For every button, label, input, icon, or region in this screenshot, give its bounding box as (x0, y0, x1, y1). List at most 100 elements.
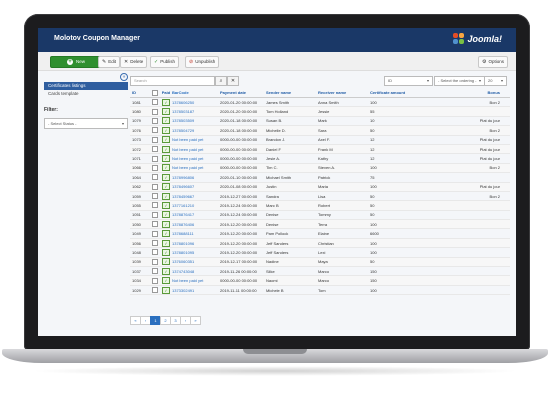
cell-barcode[interactable]: 1376060351 (172, 259, 220, 264)
paid-indicator[interactable]: ✓ (160, 258, 172, 266)
table-row[interactable]: 1039 ✓ 1376060351 2019-12-17 00:00:00 Nadine… (130, 257, 510, 268)
table-row[interactable]: 1059 ✓ 1378459667 2019-12-27 00:00:00 Sandra… (130, 192, 510, 202)
paid-indicator[interactable]: ✓ (160, 183, 172, 191)
row-checkbox[interactable] (150, 99, 160, 106)
paid-indicator[interactable]: ✓ (160, 267, 172, 275)
cell-barcode[interactable]: Not been paid yet (172, 147, 220, 152)
header-payment-date[interactable]: Payment date (220, 90, 266, 95)
paid-indicator[interactable]: ✓ (160, 155, 172, 163)
options-button[interactable]: ⚙ Options (478, 56, 508, 68)
delete-button[interactable]: ✕ Delete (120, 56, 148, 68)
paid-indicator[interactable]: ✓ (160, 173, 172, 181)
row-checkbox[interactable] (150, 240, 160, 247)
row-checkbox[interactable] (150, 287, 160, 293)
table-row[interactable]: 1073 ✓ Not been paid yet 0000-00-00 00:00:0… (130, 136, 510, 145)
cell-barcode[interactable]: 1374743048 (172, 269, 220, 274)
cell-barcode[interactable]: Not been paid yet (172, 165, 220, 170)
row-checkbox[interactable] (150, 136, 160, 143)
ordering-select[interactable]: ID ▾ (384, 76, 433, 86)
header-sender[interactable]: Sender name (266, 90, 318, 95)
search-input[interactable]: Search (130, 76, 215, 86)
paid-indicator[interactable]: ✓ (160, 145, 172, 153)
paid-indicator[interactable]: ✓ (160, 230, 172, 238)
paid-indicator[interactable]: ✓ (160, 192, 172, 200)
edit-button[interactable]: ✎ Edit (98, 56, 120, 68)
row-checkbox[interactable] (150, 193, 160, 200)
row-checkbox[interactable] (150, 268, 160, 275)
row-checkbox[interactable] (150, 146, 160, 153)
new-button[interactable]: + New (50, 56, 102, 68)
row-checkbox[interactable] (150, 174, 160, 181)
cell-barcode[interactable]: 1378801096 (172, 241, 220, 246)
row-checkbox[interactable] (150, 230, 160, 237)
paid-indicator[interactable]: ✓ (160, 211, 172, 219)
cell-barcode[interactable]: 1378801095 (172, 250, 220, 255)
row-checkbox[interactable] (150, 155, 160, 162)
table-row[interactable]: 1051 ✓ 1378876417 2019-12-24 00:00:00 Denise… (130, 211, 510, 221)
publish-button[interactable]: ✓ Publish (150, 56, 179, 68)
table-row[interactable]: 1056 ✓ 1378801096 2019-12-20 00:00:00 Jeff S… (130, 238, 510, 249)
table-row[interactable]: 1079 ✓ 1378503509 2020-01-18 00:00:00 Susan … (130, 117, 510, 127)
status-select[interactable]: - Select Status - ▾ (44, 118, 128, 129)
cell-barcode[interactable]: 1377161210 (172, 203, 220, 208)
table-row[interactable]: 1050 ✓ 1378876406 2019-12-20 00:00:00 Denise… (130, 220, 510, 230)
table-row[interactable]: 1076 ✓ 1378504729 2020-01-18 00:00:00 Michel… (130, 126, 510, 136)
cell-barcode[interactable]: 1378496607 (172, 184, 220, 189)
cell-barcode[interactable]: Not been paid yet (172, 278, 220, 283)
header-paid[interactable]: Paid (160, 90, 172, 95)
joomla-logo[interactable]: Joomla! (453, 33, 502, 45)
row-checkbox[interactable] (150, 108, 160, 115)
row-checkbox[interactable] (150, 164, 160, 171)
header-receiver[interactable]: Receiver name (318, 90, 370, 95)
paid-indicator[interactable]: ✓ (160, 126, 172, 134)
select-all-checkbox[interactable] (150, 89, 160, 96)
cell-barcode[interactable]: Not been paid yet (172, 137, 220, 142)
cell-barcode[interactable]: 1378503509 (172, 118, 220, 123)
cell-barcode[interactable]: 1378503187 (172, 109, 220, 114)
paid-indicator[interactable]: ✓ (160, 220, 172, 228)
clear-search-button[interactable]: ✕ (227, 76, 239, 86)
table-row[interactable]: 1029 ✓ 1373302491 2019-11-11 00:00:00 Michel… (130, 286, 510, 296)
table-row[interactable]: 1066 ✓ Not been paid yet 0000-00-00 00:00:0… (130, 163, 510, 174)
header-amount[interactable]: Certificate amount (370, 90, 460, 95)
row-checkbox[interactable] (150, 249, 160, 256)
table-row[interactable]: 1048 ✓ 1378801095 2019-12-20 00:00:00 Jeff S… (130, 248, 510, 258)
table-row[interactable]: 1071 ✓ Not been paid yet 0000-00-00 00:00:0… (130, 154, 510, 164)
table-row[interactable]: 1034 ✓ Not been paid yet 0000-00-00 00:00:0… (130, 276, 510, 286)
header-id[interactable]: ID (130, 90, 150, 95)
row-checkbox[interactable] (150, 183, 160, 190)
row-checkbox[interactable] (150, 258, 160, 265)
row-checkbox[interactable] (150, 202, 160, 209)
sidebar-toggle-icon[interactable]: ✳ (120, 73, 128, 81)
cell-barcode[interactable]: 1378459667 (172, 194, 220, 199)
cell-barcode[interactable]: 1378688111 (172, 231, 220, 236)
table-row[interactable]: 1080 ✓ 1378503187 2020-01-20 00:00:00 Tom Ho… (130, 107, 510, 117)
paid-indicator[interactable]: ✓ (160, 286, 172, 294)
table-row[interactable]: 1062 ✓ 1378496607 2020-01-08 00:00:00 Justin… (130, 182, 510, 192)
paid-indicator[interactable]: ✓ (160, 248, 172, 256)
cell-barcode[interactable]: 1373302491 (172, 288, 220, 293)
row-checkbox[interactable] (150, 277, 160, 284)
cell-barcode[interactable]: Not been paid yet (172, 156, 220, 161)
cell-barcode[interactable]: 1378876417 (172, 212, 220, 217)
limit-select[interactable]: 20 ▾ (484, 76, 507, 86)
cell-barcode[interactable]: 1378876406 (172, 222, 220, 227)
table-row[interactable]: 1037 ✓ 1374743048 2019-11-26 00:00:00 Silke M… (130, 267, 510, 277)
row-checkbox[interactable] (150, 211, 160, 218)
page-last[interactable]: » (190, 316, 201, 325)
unpublish-button[interactable]: ⊘ Unpublish (185, 56, 220, 68)
table-row[interactable]: 1081 ✓ 1378606250 2020-01-20 00:00:00 James … (130, 98, 510, 108)
cell-barcode[interactable]: 1378504729 (172, 128, 220, 133)
cell-barcode[interactable]: 1378606250 (172, 100, 220, 105)
row-checkbox[interactable] (150, 127, 160, 134)
table-row[interactable]: 1072 ✓ Not been paid yet 0000-00-00 00:00:0… (130, 144, 510, 155)
paid-indicator[interactable]: ✓ (160, 117, 172, 125)
table-row[interactable]: 1049 ✓ 1378688111 2019-12-20 00:00:00 Pam Po… (130, 229, 510, 239)
row-checkbox[interactable] (150, 117, 160, 124)
paid-indicator[interactable]: ✓ (160, 98, 172, 106)
search-button[interactable]: ⌕ (215, 76, 227, 86)
header-barcode[interactable]: BarCode (172, 90, 220, 95)
cell-barcode[interactable]: 1378996806 (172, 175, 220, 180)
row-checkbox[interactable] (150, 221, 160, 228)
paid-indicator[interactable]: ✓ (160, 136, 172, 144)
